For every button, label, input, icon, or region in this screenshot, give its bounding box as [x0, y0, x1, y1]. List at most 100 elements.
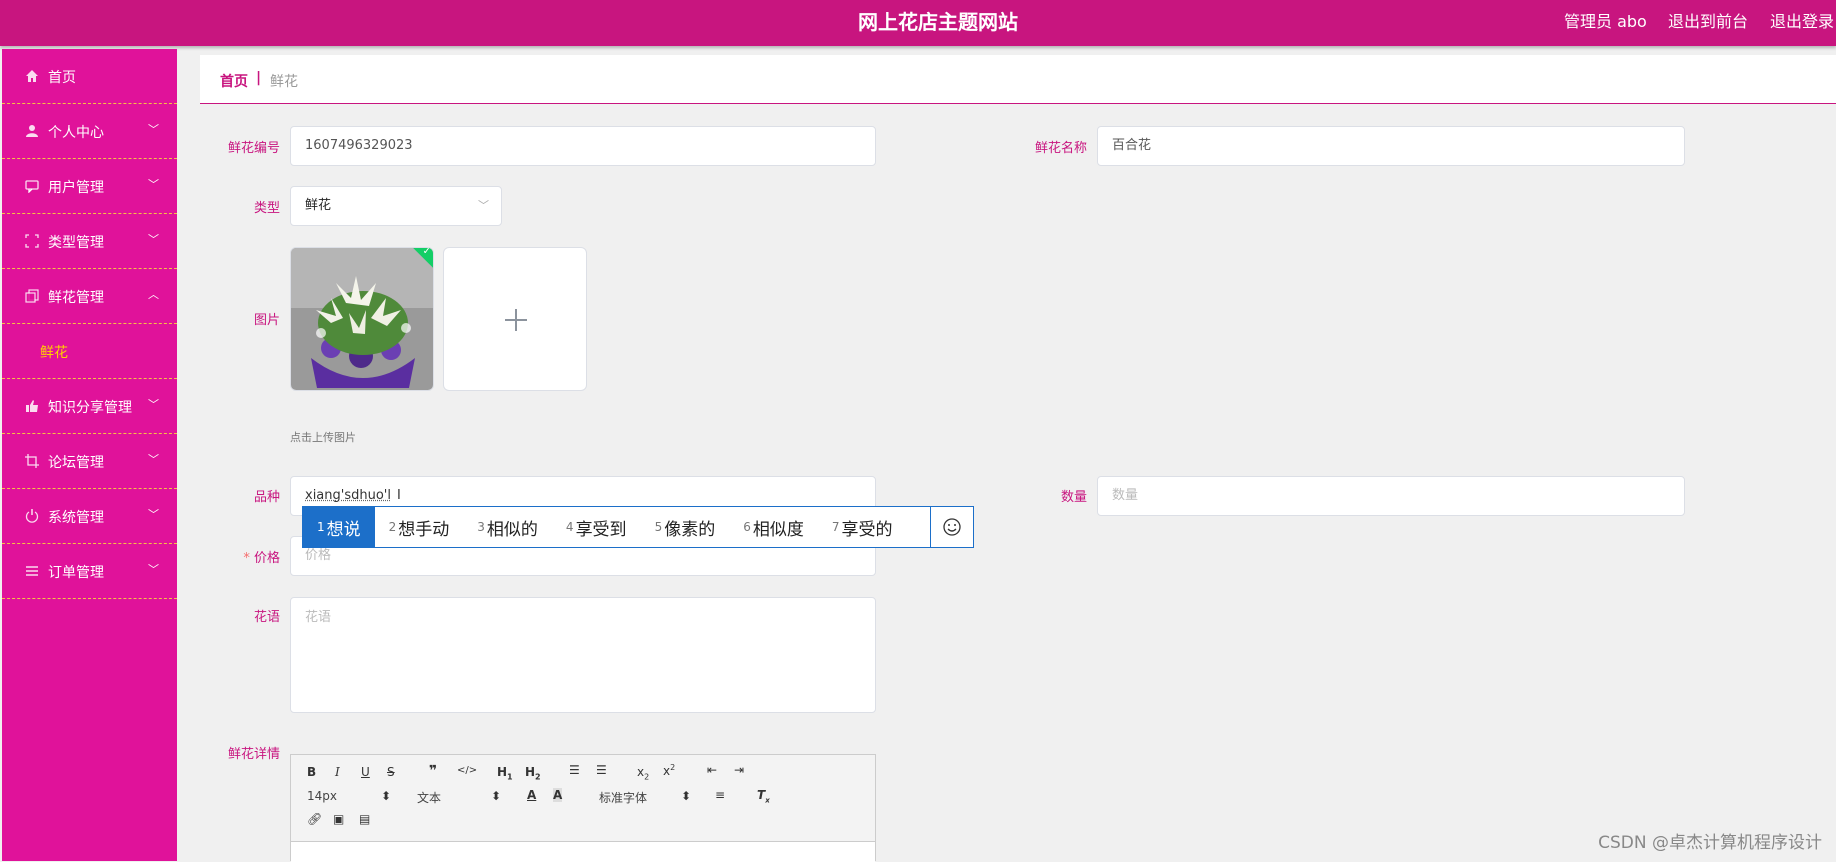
- superscript-button[interactable]: x2: [663, 763, 675, 778]
- bullet-list-icon[interactable]: ☰: [596, 763, 607, 777]
- name-field[interactable]: 百合花: [1097, 126, 1685, 166]
- user-icon: [24, 123, 40, 139]
- video-icon[interactable]: ▤: [359, 812, 370, 826]
- breadcrumb: 首页 | 鲜花: [200, 55, 1836, 104]
- align-icon[interactable]: ≡: [715, 788, 725, 802]
- chevron-down-icon: ﹀: [148, 123, 159, 136]
- emoji-icon[interactable]: [930, 507, 973, 547]
- detail-label: 鲜花详情: [227, 747, 280, 762]
- font-size-select[interactable]: 14px: [307, 789, 337, 803]
- flower-language-label: 花语: [253, 610, 280, 625]
- quote-icon[interactable]: ❞: [429, 763, 437, 779]
- power-icon: [24, 508, 40, 524]
- image-icon[interactable]: ▣: [333, 812, 344, 826]
- copy-icon: [24, 288, 40, 304]
- required-asterisk: *: [243, 551, 250, 566]
- flower-language-textarea[interactable]: 花语: [290, 597, 876, 713]
- price-label: * 价格: [200, 547, 280, 566]
- chevron-down-icon: ﹀: [148, 398, 159, 411]
- sidebar-item-label: 鲜花管理: [48, 290, 104, 306]
- quantity-field[interactable]: 数量: [1097, 476, 1685, 516]
- sidebar-item-label: 个人中心: [48, 125, 104, 141]
- heading1-button[interactable]: H1: [497, 765, 513, 781]
- indent-icon[interactable]: ⇥: [734, 763, 744, 777]
- select-arrows-icon: ⬍: [681, 789, 692, 803]
- sidebar-item-home[interactable]: 首页: [2, 49, 177, 104]
- sidebar-item-system-management[interactable]: 系统管理 ﹀: [2, 489, 177, 544]
- site-title: 网上花店主题网站: [858, 10, 1018, 34]
- sidebar-item-label: 用户管理: [48, 180, 104, 196]
- ime-candidate-4[interactable]: 4 享受到: [552, 507, 641, 547]
- text-color-icon[interactable]: A: [527, 788, 536, 802]
- chat-icon: [24, 178, 40, 194]
- variety-label: 品种: [253, 490, 280, 505]
- link-icon[interactable]: 🔗︎: [307, 812, 322, 826]
- top-bar: 网上花店主题网站 管理员 abo 退出到前台 退出登录: [0, 0, 1836, 46]
- sidebar-item-knowledge-sharing[interactable]: 知识分享管理 ﹀: [2, 379, 177, 434]
- variety-composition-text: xiang'sdhuo'l: [305, 488, 391, 503]
- ime-candidate-bar: 1 想说 2 想手动 3 相似的 4 享受到 5 像素的 6 相似度 7 享受的: [302, 506, 974, 548]
- code-field[interactable]: 1607496329023: [290, 126, 876, 166]
- breadcrumb-home[interactable]: 首页: [220, 71, 248, 91]
- logout-link[interactable]: 退出登录: [1770, 8, 1834, 32]
- chevron-down-icon: ﹀: [148, 178, 159, 191]
- ime-candidate-3[interactable]: 3 相似的: [463, 507, 552, 547]
- type-select[interactable]: 鲜花 ﹀: [290, 186, 502, 226]
- code-label: 鲜花编号: [227, 141, 280, 156]
- quantity-label: 数量: [1060, 490, 1087, 505]
- select-arrows-icon: ⬍: [381, 789, 392, 803]
- bold-button[interactable]: B: [307, 765, 316, 779]
- type-select-value: 鲜花: [305, 198, 332, 213]
- underline-button[interactable]: U: [361, 765, 370, 779]
- heading2-button[interactable]: H2: [525, 765, 541, 781]
- block-type-select[interactable]: 文本: [417, 789, 441, 806]
- chevron-down-icon: ﹀: [478, 199, 489, 212]
- list-icon: [24, 563, 40, 579]
- watermark: CSDN @卓杰计算机程序设计: [1598, 833, 1822, 853]
- sidebar-item-forum-management[interactable]: 论坛管理 ﹀: [2, 434, 177, 489]
- editor-body[interactable]: [291, 841, 875, 862]
- select-arrows-icon: ⬍: [491, 789, 502, 803]
- rich-text-editor: B I U S ❞ </> H1 H2 ☰ ☰ x2 x2 ⇤ ⇥ 14px ⬍…: [290, 754, 876, 862]
- back-to-front-link[interactable]: 退出到前台: [1668, 8, 1748, 32]
- chevron-down-icon: ﹀: [148, 508, 159, 521]
- sidebar-subitem-flower[interactable]: 鲜花: [2, 324, 177, 379]
- chevron-down-icon: ﹀: [148, 563, 159, 576]
- subscript-button[interactable]: x2: [637, 765, 649, 781]
- background-color-icon[interactable]: A: [553, 788, 563, 802]
- ime-candidate-6[interactable]: 6 相似度: [729, 507, 818, 547]
- italic-button[interactable]: I: [335, 765, 340, 779]
- sidebar-item-user-management[interactable]: 用户管理 ﹀: [2, 159, 177, 214]
- ordered-list-icon[interactable]: ☰: [569, 763, 580, 777]
- type-label: 类型: [253, 201, 280, 216]
- upload-button[interactable]: [443, 247, 587, 391]
- clear-format-icon[interactable]: Tx: [757, 788, 770, 804]
- ime-candidate-1[interactable]: 1 想说: [303, 507, 375, 547]
- sidebar-item-type-management[interactable]: 类型管理 ﹀: [2, 214, 177, 269]
- ime-candidate-2[interactable]: 2 想手动: [375, 507, 464, 547]
- sidebar-item-personal-center[interactable]: 个人中心 ﹀: [2, 104, 177, 159]
- check-mark: ✓: [422, 247, 431, 257]
- breadcrumb-separator: |: [256, 70, 262, 86]
- thumb-icon: [24, 398, 40, 414]
- sidebar-item-label: 知识分享管理: [48, 400, 132, 416]
- ime-candidate-7[interactable]: 7 享受的: [818, 507, 907, 547]
- admin-name: 管理员 abo: [1564, 12, 1647, 31]
- sidebar-item-order-management[interactable]: 订单管理 ﹀: [2, 544, 177, 599]
- name-label: 鲜花名称: [1034, 141, 1087, 156]
- flower-thumbnail[interactable]: ✓: [290, 247, 434, 391]
- sidebar: 首页 个人中心 ﹀ 用户管理 ﹀ 类型管理 ﹀ 鲜花管理 ︿ 鲜花 知识分享管理…: [2, 49, 177, 861]
- plus-icon: [505, 309, 527, 331]
- sidebar-item-label: 论坛管理: [48, 455, 104, 471]
- chevron-down-icon: ﹀: [148, 233, 159, 246]
- strike-button[interactable]: S: [387, 765, 395, 779]
- outdent-icon[interactable]: ⇤: [707, 763, 717, 777]
- sidebar-item-label: 类型管理: [48, 235, 104, 251]
- font-family-select[interactable]: 标准字体: [599, 789, 647, 806]
- sidebar-item-flower-management[interactable]: 鲜花管理 ︿: [2, 269, 177, 324]
- frame-icon: [24, 233, 40, 249]
- code-icon[interactable]: </>: [457, 765, 477, 776]
- ime-candidate-5[interactable]: 5 像素的: [641, 507, 730, 547]
- sidebar-item-label: 首页: [48, 70, 76, 86]
- upload-hint: 点击上传图片: [290, 431, 356, 444]
